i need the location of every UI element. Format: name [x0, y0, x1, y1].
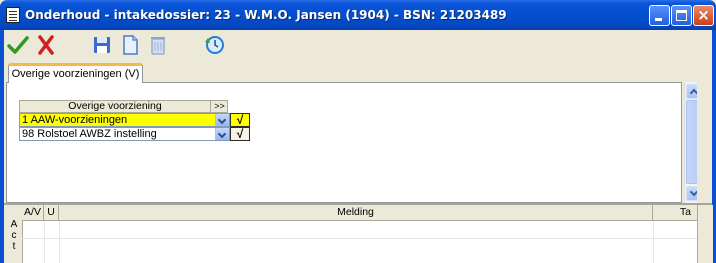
toolbar [4, 30, 712, 60]
row-confirm-button[interactable]: √ [230, 127, 250, 141]
message-row[interactable] [22, 221, 712, 239]
minimize-icon [655, 18, 662, 21]
title-bar[interactable]: Onderhoud - intakedossier: 23 - W.M.O. J… [0, 0, 716, 30]
tab-overige-voorzieningen[interactable]: Overige voorzieningen (V) [8, 63, 143, 83]
column-header-ta[interactable]: Ta [653, 205, 693, 220]
refresh-button[interactable] [202, 33, 226, 57]
tab-container: Overige voorzieningen (V) Overige voorzi… [4, 60, 712, 203]
messages-side-strip: A c t [4, 205, 23, 263]
delete-button[interactable] [146, 33, 170, 57]
save-button[interactable] [90, 33, 114, 57]
new-document-icon [123, 35, 138, 55]
more-columns-button[interactable]: >> [211, 101, 228, 112]
messages-scrollbar[interactable] [697, 205, 713, 263]
dropdown-chevron-icon[interactable] [215, 128, 229, 140]
column-header-melding[interactable]: Melding [59, 205, 653, 220]
cancel-button[interactable] [34, 33, 58, 57]
save-confirm-button[interactable] [6, 33, 30, 57]
row-confirm-button[interactable]: √ [230, 113, 250, 127]
close-icon: × [697, 6, 710, 24]
row-value: 98 Rolstoel AWBZ instelling [22, 128, 157, 140]
messages-panel: A c t A/V U Melding Ta [4, 203, 713, 263]
trash-icon [151, 37, 165, 55]
dropdown-chevron-icon[interactable] [215, 114, 229, 126]
grid-row[interactable]: 1 AAW-voorzieningen [19, 113, 230, 127]
window-title: Onderhoud - intakedossier: 23 - W.M.O. J… [25, 8, 507, 22]
app-document-icon [6, 7, 20, 23]
column-header-av[interactable]: A/V [22, 205, 44, 220]
row-value: 1 AAW-voorzieningen [22, 114, 128, 126]
column-divider [59, 221, 60, 263]
minimize-button[interactable] [649, 5, 670, 26]
cancel-x-icon [38, 35, 54, 55]
maximize-button[interactable] [671, 5, 692, 26]
window-vertical-scrollbar[interactable] [697, 60, 712, 203]
grid-header: Overige voorziening >> [19, 100, 228, 113]
tab-panel: Overige voorziening >> 1 AAW-voorziening… [6, 82, 682, 203]
maximize-icon [676, 10, 687, 21]
grid-row[interactable]: 98 Rolstoel AWBZ instelling [19, 127, 230, 141]
column-divider [44, 221, 45, 263]
close-button[interactable]: × [693, 5, 714, 26]
new-document-button[interactable] [118, 33, 142, 57]
column-header-u[interactable]: U [44, 205, 59, 220]
messages-header: A/V U Melding Ta [22, 205, 712, 221]
refresh-clock-icon [205, 36, 224, 54]
column-divider [653, 221, 654, 263]
checkmark-icon [7, 36, 29, 54]
column-header-overige-voorziening[interactable]: Overige voorziening [20, 101, 211, 112]
application-window: Onderhoud - intakedossier: 23 - W.M.O. J… [0, 0, 716, 263]
save-disk-icon [94, 37, 110, 53]
side-label: A c t [10, 219, 18, 252]
